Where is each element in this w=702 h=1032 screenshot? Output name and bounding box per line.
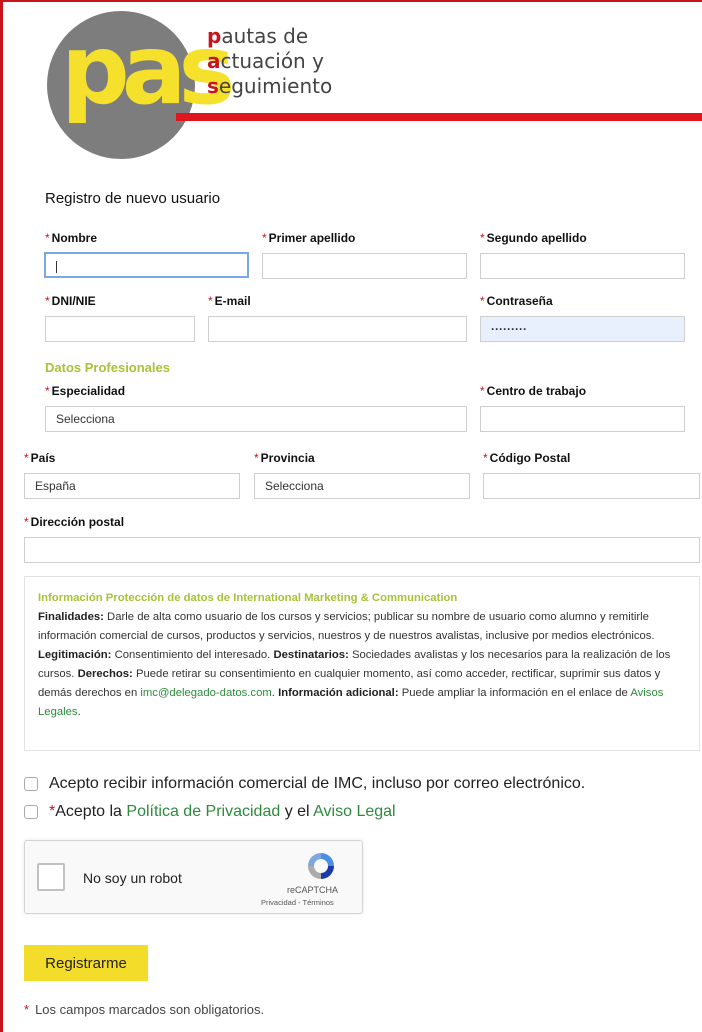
recaptcha-widget: No soy un robot reCAPTCHA Privacidad - T…: [24, 840, 363, 914]
direccion-input[interactable]: [24, 537, 700, 563]
recaptcha-logo-icon: [308, 853, 334, 879]
frame-left-border: [0, 0, 3, 1032]
email-input[interactable]: [208, 316, 467, 342]
text-caret: [56, 260, 57, 273]
privacy-text: Finalidades: Darle de alta como usuario …: [38, 611, 671, 718]
label-direccion: * Dirección postal: [24, 515, 125, 529]
recaptcha-terms-link[interactable]: Privacidad - Términos: [261, 898, 334, 907]
privacy-consent-row: *Acepto la Política de Privacidad y el A…: [24, 803, 396, 821]
label-provincia: * Provincia: [254, 451, 315, 465]
privacy-info-box: Información Protección de datos de Inter…: [24, 576, 700, 751]
segundo-apellido-input[interactable]: [480, 253, 685, 279]
label-nombre: * Nombre: [45, 231, 98, 245]
frame-top-border: [0, 0, 702, 2]
recaptcha-checkbox[interactable]: [37, 863, 65, 891]
legal-notice-link[interactable]: Aviso Legal: [313, 803, 395, 820]
nombre-input[interactable]: [44, 252, 249, 278]
required-footnote: * Los campos marcados son obligatorios.: [24, 1002, 265, 1017]
commercial-consent-checkbox[interactable]: [24, 777, 38, 791]
professional-section-title: Datos Profesionales: [45, 360, 170, 375]
label-primer-apellido: * Primer apellido: [262, 231, 356, 245]
label-email: * E-mail: [208, 294, 251, 308]
header-red-bar: [176, 113, 702, 121]
privacy-title: Información Protección de datos de Inter…: [38, 592, 458, 604]
privacy-email-link[interactable]: imc@delegado-datos.com: [140, 687, 271, 699]
recaptcha-label: No soy un robot: [83, 870, 182, 886]
label-pais: * País: [24, 451, 56, 465]
privacy-policy-link[interactable]: Política de Privacidad: [126, 803, 280, 820]
form-title: Registro de nuevo usuario: [45, 190, 221, 207]
primer-apellido-input[interactable]: [262, 253, 467, 279]
label-especialidad: * Especialidad: [45, 384, 126, 398]
recaptcha-brand: reCAPTCHA: [287, 885, 339, 895]
logo-letters: pas: [61, 14, 236, 126]
codigo-postal-input[interactable]: [483, 473, 700, 499]
centro-input[interactable]: [480, 406, 685, 432]
privacy-consent-label: *Acepto la Política de Privacidad y el A…: [49, 803, 396, 820]
label-centro: * Centro de trabajo: [480, 384, 587, 398]
pais-select[interactable]: España: [24, 473, 240, 499]
especialidad-select[interactable]: Selecciona: [45, 406, 467, 432]
label-dni: * DNI/NIE: [45, 294, 96, 308]
contrasena-input[interactable]: ·········: [480, 316, 685, 342]
dni-input[interactable]: [45, 316, 195, 342]
logo-text: pautas de actuación y seguimiento: [207, 24, 333, 98]
provincia-select[interactable]: Selecciona: [254, 473, 470, 499]
label-codigo-postal: * Código Postal: [483, 451, 571, 465]
label-segundo-apellido: * Segundo apellido: [480, 231, 587, 245]
register-button[interactable]: Registrarme: [24, 945, 148, 981]
commercial-consent-label: Acepto recibir información comercial de …: [49, 775, 586, 792]
label-contrasena: * Contraseña: [480, 294, 553, 308]
commercial-consent-row: Acepto recibir información comercial de …: [24, 775, 585, 793]
privacy-consent-checkbox[interactable]: [24, 805, 38, 819]
